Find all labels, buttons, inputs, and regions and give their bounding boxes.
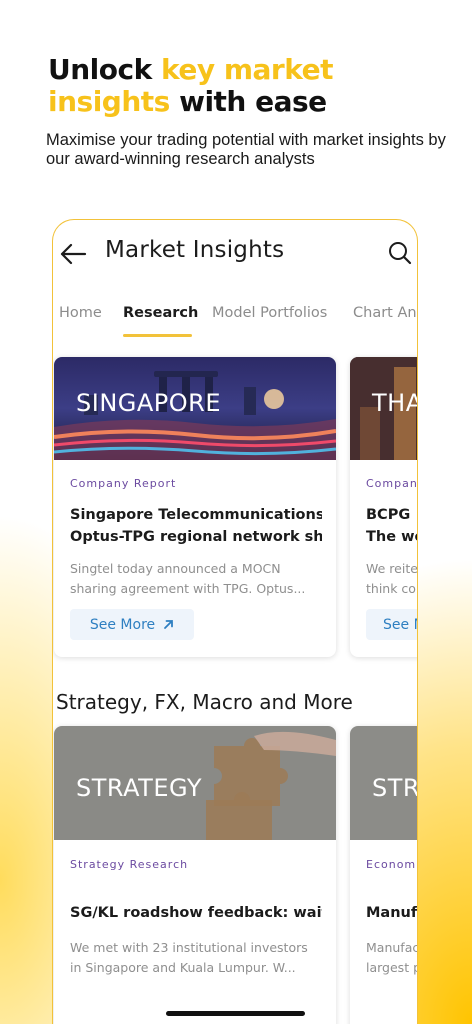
card-title: SG/KL roadshow feedback: wait...: [70, 905, 322, 921]
see-more-label: See More: [89, 616, 156, 633]
card-title-line: The wo: [366, 529, 417, 545]
card-summary-line: We reite: [366, 561, 418, 576]
card-image-label: THA: [372, 389, 418, 417]
card-summary-line: sharing agreement with TPG. Optus...: [70, 581, 306, 596]
card-category: Company Report: [70, 477, 177, 490]
card-summary-line: Singtel today announced a MOCN: [70, 561, 281, 576]
tab-chart-analysis[interactable]: Chart An: [353, 305, 417, 321]
search-icon[interactable]: [387, 240, 413, 266]
card-summary: We reite think co: [366, 559, 418, 599]
app-bar: Market Insights: [53, 220, 417, 288]
card-category: Compan: [366, 477, 418, 490]
card-title-line: Optus-TPG regional network sh...: [70, 529, 322, 545]
research-card[interactable]: SINGAPORE Company Report Singapore Telec…: [54, 357, 336, 657]
tab-bar: Home Research Model Portfolios Chart An: [53, 300, 417, 340]
see-more-label: See M: [383, 616, 417, 633]
promo-headline: Unlock key market insights with ease: [48, 54, 448, 118]
card-category: Strategy Research: [70, 858, 189, 871]
card-image: SINGAPORE: [54, 357, 336, 460]
arrow-up-right-icon: [164, 620, 174, 629]
research-card[interactable]: THA Compan BCPG The wo We reite think co…: [350, 357, 418, 657]
card-image-label: SINGAPORE: [76, 389, 221, 417]
card-image: STRA: [350, 726, 418, 840]
strategy-card[interactable]: STRA Econom Manufa Manufac largest p: [350, 726, 418, 1024]
card-image: THA: [350, 357, 418, 460]
card-title: Singapore Telecommunications Optus-TPG r…: [70, 504, 322, 548]
card-summary-line: in Singapore and Kuala Lumpur. W...: [70, 960, 296, 975]
page-title: Market Insights: [105, 237, 285, 263]
card-summary-line: think co: [366, 581, 416, 596]
card-category: Econom: [366, 858, 417, 871]
card-summary: We met with 23 institutional investors i…: [70, 938, 320, 978]
card-summary-line: largest p: [366, 960, 418, 975]
card-image: STRATEGY: [54, 726, 336, 840]
see-more-button[interactable]: See More: [70, 609, 194, 640]
card-summary: Singtel today announced a MOCN sharing a…: [70, 559, 320, 599]
card-summary-line: Manufac: [366, 940, 418, 955]
card-image-label: STRA: [372, 774, 418, 802]
card-summary: Manufac largest p: [366, 938, 418, 978]
see-more-button[interactable]: See M: [366, 609, 417, 640]
card-title-line: Singapore Telecommunications: [70, 507, 322, 523]
tab-home[interactable]: Home: [59, 305, 102, 321]
card-image-label: STRATEGY: [76, 774, 203, 802]
headline-text-1: Unlock: [48, 53, 161, 86]
home-indicator[interactable]: [166, 1011, 305, 1016]
card-summary-line: We met with 23 institutional investors: [70, 940, 308, 955]
strategy-card[interactable]: STRATEGY Strategy Research SG/KL roadsho…: [54, 726, 336, 1024]
tab-model-portfolios[interactable]: Model Portfolios: [212, 305, 327, 321]
headline-text-2: with ease: [169, 85, 327, 118]
active-tab-indicator: [123, 334, 192, 337]
app-screen: Market Insights Home Research Model Port…: [52, 219, 418, 1024]
card-title: BCPG The wo: [366, 504, 417, 548]
card-title: Manufa: [366, 905, 418, 921]
card-title-line: BCPG: [366, 507, 411, 523]
tab-research[interactable]: Research: [123, 305, 198, 321]
section-title: Strategy, FX, Macro and More: [56, 690, 353, 714]
back-arrow-icon[interactable]: [58, 240, 88, 268]
promo-subtitle: Maximise your trading potential with mar…: [46, 131, 446, 168]
